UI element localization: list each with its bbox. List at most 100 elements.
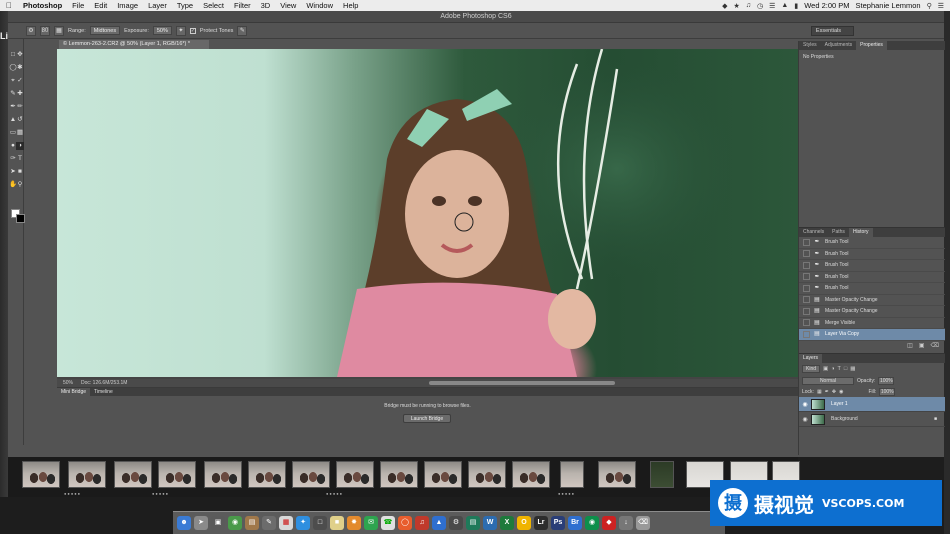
doc-size[interactable]: Doc: 126.6M/253.1M [81, 379, 127, 387]
apple-menu-icon[interactable]:  [0, 1, 18, 10]
snapshot-icon[interactable]: ▣ [919, 341, 925, 351]
history-brush-tool-icon[interactable]: ↺ [16, 116, 24, 124]
menu-type[interactable]: Type [172, 1, 198, 10]
history-source-box[interactable] [803, 284, 810, 292]
slice-tool-icon[interactable]: ✓ [16, 77, 24, 85]
notification-center-icon[interactable]: ☰ [938, 2, 944, 10]
preview-icon[interactable]: □ [313, 516, 327, 530]
history-source-box[interactable] [803, 238, 810, 246]
mission-control-icon[interactable]: ▣ [211, 516, 225, 530]
layer-kind-select[interactable]: Kind [802, 365, 821, 373]
type-tool-icon[interactable]: T [16, 155, 24, 163]
outlook-icon[interactable]: O [517, 516, 531, 530]
numbers-icon[interactable]: ▤ [466, 516, 480, 530]
history-item[interactable]: ✒ Brush Tool [799, 237, 945, 249]
film-thumb[interactable] [292, 461, 330, 488]
exposure-input[interactable]: 50% [152, 26, 172, 35]
menu-edit[interactable]: Edit [89, 1, 112, 10]
history-item[interactable]: ✒ Brush Tool [799, 272, 945, 283]
dropbox-icon[interactable]: ◆ [722, 2, 727, 10]
film-thumb[interactable] [598, 461, 636, 488]
spotlight-icon[interactable]: ⚲ [927, 2, 932, 10]
stickies-icon[interactable]: ■ [330, 516, 344, 530]
history-item[interactable]: ▤ Merge Visible [799, 318, 945, 329]
film-thumb[interactable] [204, 461, 242, 488]
quick-select-tool-icon[interactable]: ✱ [16, 64, 24, 72]
sound-icon[interactable]: ♫ [746, 2, 751, 9]
layer-row-selected[interactable]: ◉ Layer 1 [799, 397, 945, 412]
filter-type-icon[interactable]: T [838, 366, 841, 372]
film-thumb[interactable] [380, 461, 418, 488]
excel-icon[interactable]: X [500, 516, 514, 530]
film-thumb[interactable] [650, 461, 674, 488]
wifi-icon[interactable]: ☰ [769, 2, 775, 10]
blend-mode-select[interactable]: Normal [802, 376, 854, 385]
downloads-icon[interactable]: ↓ [619, 516, 633, 530]
menu-filter[interactable]: Filter [229, 1, 256, 10]
tab-styles[interactable]: Styles [799, 41, 821, 50]
rectangle-tool-icon[interactable]: ■ [16, 168, 24, 176]
firefox-icon[interactable]: ◯ [398, 516, 412, 530]
background-color[interactable] [16, 214, 25, 223]
brush-size-picker[interactable]: 80 [40, 25, 50, 36]
film-thumb[interactable] [468, 461, 506, 488]
dashboard-icon[interactable]: ◉ [228, 516, 242, 530]
pencil-tool-icon[interactable]: ✏ [16, 103, 24, 111]
bridge-icon[interactable]: Br [568, 516, 582, 530]
photoshop-icon[interactable]: Ps [551, 516, 565, 530]
lock-transparent-icon[interactable]: ▦ [817, 389, 822, 395]
user-name[interactable]: Stephanie Lemmon [856, 1, 921, 10]
layer-name[interactable]: Background [831, 416, 858, 422]
film-thumb[interactable] [68, 461, 106, 488]
tab-history[interactable]: History [848, 228, 873, 237]
history-source-box[interactable] [803, 250, 810, 258]
volume-icon[interactable]: ▲ [781, 2, 788, 9]
brush-panel-toggle-icon[interactable]: ▦ [54, 25, 64, 36]
history-source-box[interactable] [803, 273, 810, 281]
tool-preset-picker[interactable]: ⚙ [26, 25, 36, 36]
history-source-box[interactable] [803, 307, 810, 315]
opacity-input[interactable]: 100% [878, 376, 895, 385]
trash-dock-icon[interactable]: ⌫ [636, 516, 650, 530]
filter-smart-object-icon[interactable]: ▦ [850, 366, 855, 372]
history-source-box[interactable] [803, 330, 810, 338]
calendar-icon[interactable]: ▦ [279, 516, 293, 530]
healing-brush-tool-icon[interactable]: ✚ [16, 90, 24, 98]
photos-icon[interactable]: ✸ [347, 516, 361, 530]
menu-file[interactable]: File [67, 1, 89, 10]
fill-input[interactable]: 100% [879, 387, 896, 396]
menu-view[interactable]: View [275, 1, 301, 10]
layer-name[interactable]: Layer 1 [831, 401, 848, 407]
history-item[interactable]: ▤ Master Opacity Change [799, 295, 945, 306]
new-document-icon[interactable]: ◫ [907, 341, 913, 351]
layer-row[interactable]: ◉ Background ■ [799, 412, 945, 427]
film-thumb[interactable] [560, 461, 584, 488]
history-source-box[interactable] [803, 319, 810, 327]
tab-adjustments[interactable]: Adjustments [821, 41, 857, 50]
safari-icon[interactable]: ✦ [296, 516, 310, 530]
history-item[interactable]: ✒ Brush Tool [799, 260, 945, 272]
trash-icon[interactable]: ⌫ [931, 341, 939, 351]
acrobat-icon[interactable]: ◆ [602, 516, 616, 530]
range-select[interactable]: Midtones [89, 26, 121, 35]
menu-layer[interactable]: Layer [143, 1, 172, 10]
battery-icon[interactable]: ▮ [794, 2, 798, 10]
tab-layers[interactable]: Layers [799, 354, 823, 363]
film-thumb[interactable] [22, 461, 60, 488]
film-thumb[interactable] [424, 461, 462, 488]
contacts-icon[interactable]: ▤ [245, 516, 259, 530]
menu-window[interactable]: Window [301, 1, 338, 10]
film-thumb[interactable] [512, 461, 550, 488]
facetime-icon[interactable]: ☎ [381, 516, 395, 530]
tab-timeline[interactable]: Timeline [90, 388, 117, 396]
filter-adjustment-icon[interactable]: ◑ [831, 366, 834, 372]
gradient-tool-icon[interactable]: ▦ [16, 129, 24, 137]
history-source-box[interactable] [803, 296, 810, 304]
eye-icon[interactable]: ◉ [799, 416, 811, 423]
menu-app-name[interactable]: Photoshop [18, 1, 67, 10]
timemachine-icon[interactable]: ◷ [757, 2, 763, 10]
clock[interactable]: Wed 2:00 PM [804, 1, 849, 10]
lock-all-icon[interactable]: ◉ [839, 389, 843, 395]
dodge-tool-icon[interactable]: ◑ [16, 142, 24, 150]
tab-properties[interactable]: Properties [856, 41, 887, 50]
